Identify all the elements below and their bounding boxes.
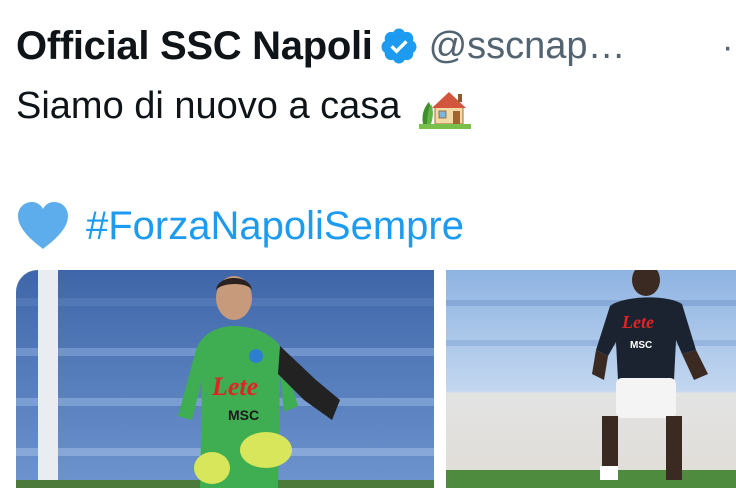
- tweet-text-body: Siamo di nuovo a casa: [16, 85, 401, 127]
- verified-badge-icon: [381, 28, 417, 64]
- media-grid: Lete MSC Lete MSC: [16, 270, 736, 488]
- svg-text:MSC: MSC: [228, 407, 259, 423]
- user-handle[interactable]: @sscnap…: [429, 25, 626, 68]
- hashtag-link[interactable]: #ForzaNapoliSempre: [86, 204, 464, 249]
- svg-text:MSC: MSC: [630, 340, 652, 351]
- outfield-player-warmup-photo[interactable]: Lete MSC: [446, 270, 736, 488]
- tweet: Official SSC Napoli @sscnap… · Siamo di …: [0, 0, 736, 488]
- blue-heart-icon: [18, 202, 68, 249]
- svg-text:Lete: Lete: [211, 372, 258, 401]
- tweet-text: Siamo di nuovo a casa: [16, 80, 472, 132]
- hashtag-line: #ForzaNapoliSempre: [16, 198, 464, 254]
- goalkeeper-warmup-photo[interactable]: Lete MSC: [16, 270, 434, 488]
- separator-dot: ·: [722, 28, 734, 66]
- house-with-garden-icon: [419, 91, 472, 129]
- tweet-header: Official SSC Napoli @sscnap…: [16, 20, 626, 72]
- display-name[interactable]: Official SSC Napoli: [16, 24, 373, 69]
- svg-text:Lete: Lete: [621, 312, 654, 332]
